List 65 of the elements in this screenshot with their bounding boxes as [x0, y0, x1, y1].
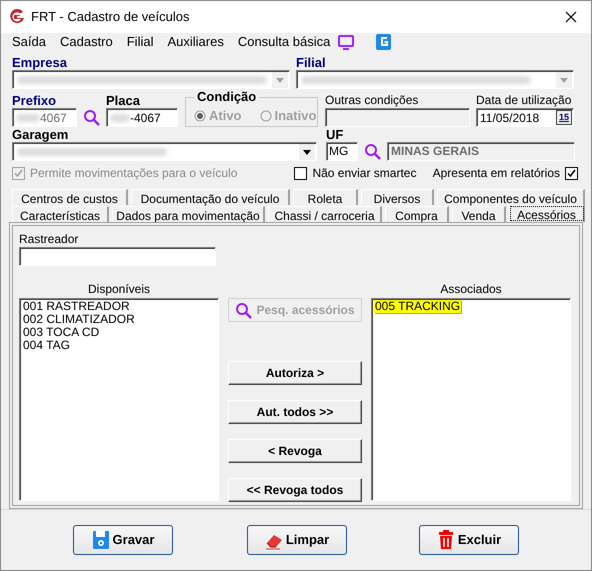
field-label: Outras condições — [325, 93, 420, 108]
menu-item[interactable]: Saída — [12, 32, 46, 52]
dropdown[interactable] — [12, 142, 317, 161]
app-badge-icon[interactable] — [376, 34, 392, 50]
window-title: FRT - Cadastro de veículos — [31, 8, 190, 26]
field-label: UF — [326, 127, 344, 142]
tab[interactable]: Centros de custos — [12, 189, 128, 205]
dropdown[interactable] — [12, 70, 290, 89]
state-field[interactable]: MG — [326, 142, 358, 161]
list-item[interactable]: 004 TAG — [22, 339, 71, 352]
transfer-button[interactable]: Autoriza > — [228, 361, 362, 385]
redacted-text — [110, 114, 130, 122]
tab[interactable]: Venda — [452, 206, 506, 222]
list-item[interactable]: 005 TRACKING — [374, 300, 462, 313]
tab[interactable]: Componentes do veículo — [437, 189, 585, 205]
date-field[interactable]: 11/05/2018 15 — [476, 108, 574, 127]
app-logo-icon — [9, 9, 25, 25]
footer-button[interactable]: Excluir — [419, 525, 519, 555]
list-title: Disponíveis — [86, 282, 152, 296]
field-label: Empresa — [12, 55, 68, 70]
menu-item[interactable]: Auxiliares — [167, 32, 224, 52]
tab[interactable]: Características — [12, 206, 109, 222]
calendar-button[interactable]: 15 — [556, 110, 572, 125]
plate-field[interactable]: -4067 — [106, 108, 178, 127]
tab[interactable]: Diversos — [361, 189, 434, 205]
list-item[interactable]: 002 CLIMATIZADOR — [22, 313, 136, 326]
list-title: Associados — [439, 282, 503, 296]
dropdown[interactable] — [296, 70, 574, 89]
field-label: Filial — [296, 55, 327, 70]
transfer-button[interactable]: << Revoga todos — [228, 478, 362, 502]
redacted-text — [16, 114, 40, 122]
checkbox[interactable] — [565, 166, 578, 180]
trash-icon[interactable] — [436, 530, 455, 550]
list-item[interactable]: 003 TOCA CD — [22, 326, 100, 339]
field-label: Prefixo — [12, 93, 58, 108]
tab[interactable]: Roleta — [293, 189, 358, 205]
tab[interactable]: Acessórios — [509, 205, 585, 222]
footer-button[interactable]: Gravar — [73, 525, 173, 555]
close-icon[interactable] — [565, 11, 577, 23]
monitor-icon[interactable] — [338, 34, 354, 50]
search-icon[interactable] — [83, 109, 100, 126]
field-label: Rastreador — [19, 232, 80, 247]
conditions-field[interactable] — [325, 108, 470, 127]
tab[interactable]: Compra — [385, 206, 449, 222]
menu-item[interactable]: Cadastro — [60, 32, 113, 52]
menu-item[interactable]: Consulta básica — [238, 32, 330, 52]
transfer-button[interactable]: < Revoga — [228, 439, 362, 463]
checkbox-label[interactable]: Apresenta em relatórios — [432, 164, 560, 182]
tab[interactable]: Documentação do veículo — [131, 189, 290, 205]
menu-item[interactable]: Filial — [126, 32, 154, 52]
prefix-field[interactable]: 4067 — [12, 108, 77, 127]
checkbox[interactable] — [294, 166, 308, 180]
list-item[interactable]: 001 RASTREADOR — [22, 300, 131, 313]
group-title: Condição — [194, 90, 260, 104]
footer-button[interactable]: Limpar — [247, 525, 347, 555]
state-name-field: MINAS GERAIS — [387, 142, 575, 161]
field-label: Placa — [106, 93, 141, 108]
tracker-field[interactable] — [19, 247, 216, 266]
tab[interactable]: Chassi / carroceria — [268, 206, 382, 222]
field-label: Garagem — [12, 127, 70, 142]
checkbox-label[interactable]: Não enviar smartec — [312, 164, 416, 182]
field-label: Data de utilização — [476, 93, 572, 108]
search-icon[interactable] — [364, 143, 381, 160]
transfer-button[interactable]: Aut. todos >> — [228, 400, 362, 424]
tab[interactable]: Dados para movimentação — [112, 206, 265, 222]
